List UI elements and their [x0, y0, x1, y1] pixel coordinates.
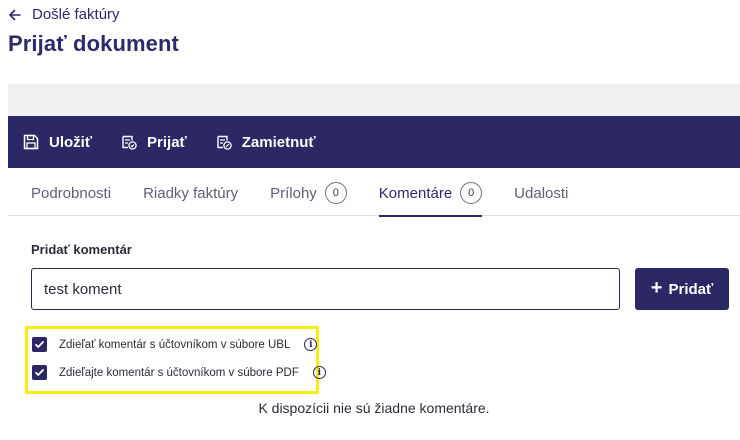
- add-comment-label: Pridať komentár: [31, 242, 132, 257]
- tab-details[interactable]: Podrobnosti: [31, 168, 111, 216]
- tab-attachments[interactable]: Prílohy 0: [270, 168, 347, 216]
- accept-button[interactable]: Prijať: [120, 133, 187, 151]
- share-pdf-option[interactable]: Zdieľajte komentár s účtovníkom v súbore…: [32, 365, 326, 380]
- arrow-left-icon: [9, 9, 21, 20]
- share-pdf-label: Zdieľajte komentár s účtovníkom v súbore…: [59, 366, 299, 379]
- checkmark-icon: [35, 341, 44, 348]
- page-header: Došlé faktúry Prijať dokument: [0, 0, 740, 84]
- tab-invoice-lines[interactable]: Riadky faktúry: [143, 168, 238, 216]
- action-toolbar: Uložiť Prijať Zamietnuť: [8, 116, 740, 168]
- tab-label: Prílohy: [270, 184, 317, 202]
- tab-label: Komentáre: [378, 184, 453, 202]
- comment-input[interactable]: [31, 268, 620, 310]
- plus-icon: +: [650, 277, 663, 299]
- document-panel: Uložiť Prijať Zamietnuť Podrobnosti Riad…: [8, 116, 740, 440]
- accept-button-label: Prijať: [147, 133, 187, 151]
- count-badge: 0: [460, 182, 483, 204]
- share-ubl-option[interactable]: Zdieľať komentár s účtovníkom v súbore U…: [32, 337, 318, 352]
- tab-comments[interactable]: Komentáre 0: [378, 168, 483, 217]
- page-title: Prijať dokument: [8, 31, 179, 56]
- tab-label: Podrobnosti: [31, 184, 112, 202]
- tab-events[interactable]: Udalosti: [514, 168, 568, 216]
- add-comment-button[interactable]: + Pridať: [635, 268, 729, 310]
- count-badge: 0: [324, 182, 347, 204]
- back-link-label: Došlé faktúry: [32, 6, 120, 23]
- empty-comments-message: K dispozícii nie sú žiadne komentáre.: [258, 400, 490, 416]
- reject-button-label: Zamietnuť: [241, 133, 316, 151]
- tab-label: Riadky faktúry: [143, 184, 239, 202]
- add-comment-button-label: Pridať: [668, 280, 714, 298]
- tab-label: Udalosti: [514, 184, 569, 202]
- share-ubl-checkbox[interactable]: [32, 337, 47, 352]
- tab-bar: Podrobnosti Riadky faktúry Prílohy 0 Kom…: [8, 168, 740, 217]
- document-reject-icon: [217, 135, 232, 150]
- info-icon[interactable]: i: [304, 338, 318, 351]
- save-button-label: Uložiť: [49, 133, 93, 151]
- checkmark-icon: [35, 369, 44, 376]
- info-icon[interactable]: i: [312, 366, 326, 379]
- back-link[interactable]: Došlé faktúry: [8, 6, 120, 23]
- save-button[interactable]: Uložiť: [22, 133, 92, 151]
- share-pdf-checkbox[interactable]: [32, 365, 47, 380]
- document-check-icon: [122, 135, 137, 150]
- floppy-disk-icon: [23, 134, 39, 150]
- share-ubl-label: Zdieľať komentár s účtovníkom v súbore U…: [59, 338, 291, 351]
- content-area: Uložiť Prijať Zamietnuť Podrobnosti Riad…: [8, 84, 740, 440]
- reject-button[interactable]: Zamietnuť: [215, 133, 316, 151]
